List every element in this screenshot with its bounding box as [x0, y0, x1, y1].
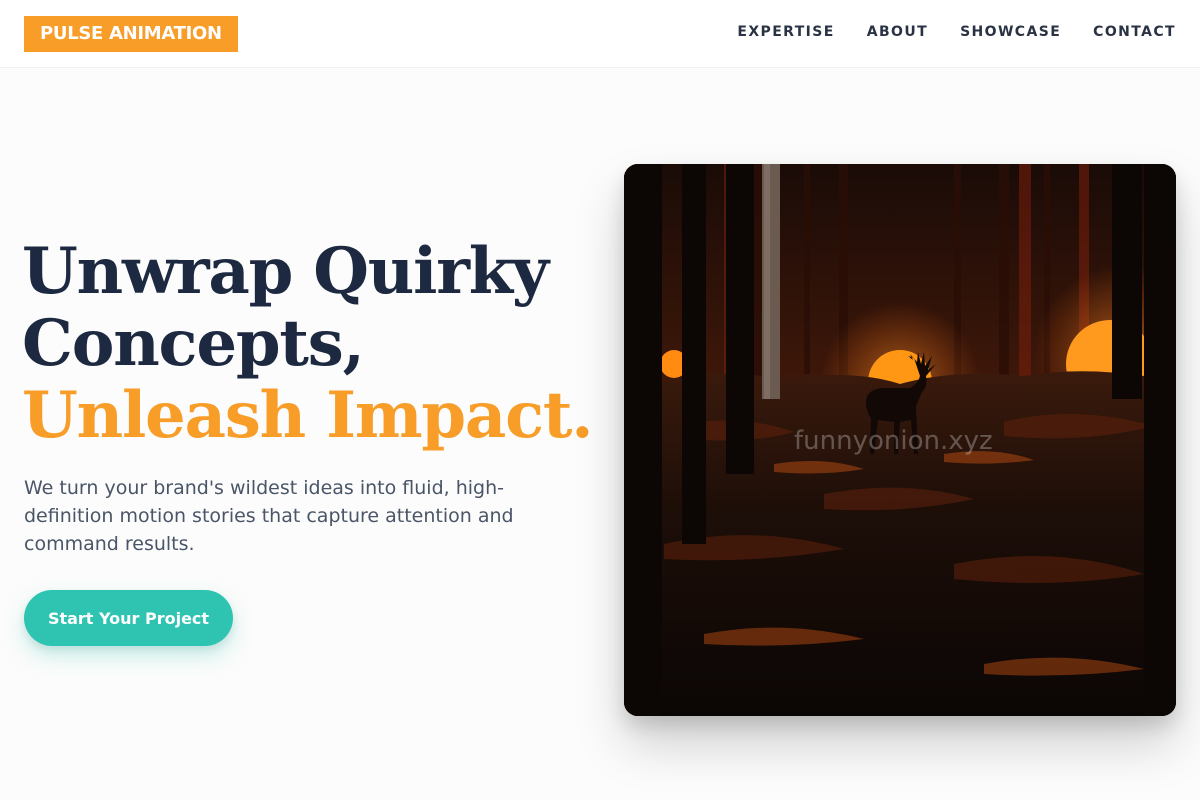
start-project-button[interactable]: Start Your Project	[24, 590, 233, 646]
brand-logo[interactable]: PULSE ANIMATION	[24, 16, 238, 52]
hero-title-line-1: Unwrap Quirky	[22, 234, 549, 309]
image-watermark: funnyonion.xyz	[794, 426, 993, 456]
nav-link-contact[interactable]: CONTACT	[1093, 22, 1176, 42]
hero-subtitle: We turn your brand's wildest ideas into …	[24, 477, 514, 555]
hero-title-line-2: Concepts,	[22, 306, 365, 381]
hero-image: funnyonion.xyz	[624, 164, 1176, 716]
hero-title: Unwrap Quirky Concepts, Unleash Impact.	[22, 236, 602, 452]
nav-link-expertise[interactable]: EXPERTISE	[737, 22, 834, 42]
site-header: PULSE ANIMATION EXPERTISE ABOUT SHOWCASE…	[0, 0, 1200, 68]
nav-link-showcase[interactable]: SHOWCASE	[960, 22, 1061, 42]
main-nav: EXPERTISE ABOUT SHOWCASE CONTACT	[737, 22, 1176, 42]
hero-title-accent: Unleash Impact.	[22, 378, 594, 453]
nav-link-about[interactable]: ABOUT	[867, 22, 928, 42]
